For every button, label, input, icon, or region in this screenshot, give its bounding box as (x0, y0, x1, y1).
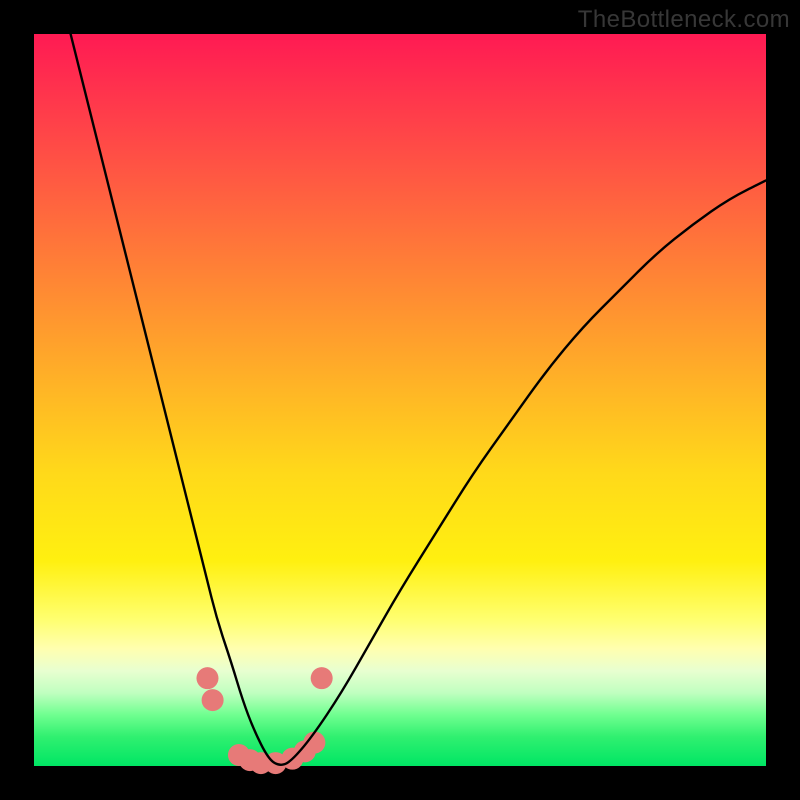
markers-group (196, 667, 332, 774)
bottleneck-curve (71, 34, 766, 765)
marker-dot (196, 667, 218, 689)
plot-area (34, 34, 766, 766)
chart-frame: TheBottleneck.com (0, 0, 800, 800)
watermark-text: TheBottleneck.com (578, 6, 790, 34)
marker-dot (311, 667, 333, 689)
chart-svg (34, 34, 766, 766)
marker-dot (202, 689, 224, 711)
